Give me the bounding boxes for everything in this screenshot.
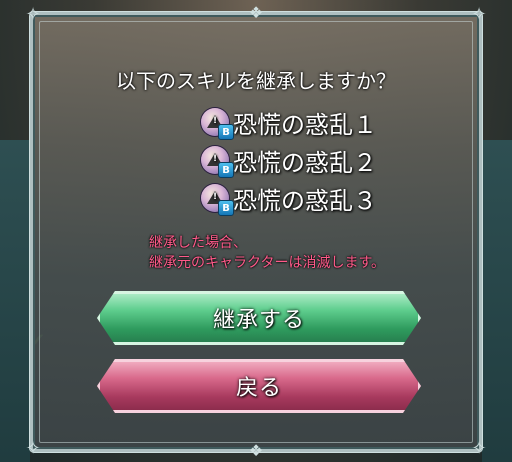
corner-ornament-icon: ✧ <box>471 4 487 25</box>
dialog-question: 以下のスキルを継承しますか？ <box>116 69 396 93</box>
corner-ornament-icon: ✧ <box>25 438 41 459</box>
inherit-confirm-label: 継承する <box>212 308 305 333</box>
panic-ploy-skill-icon: B <box>201 146 234 178</box>
back-label: 戻る <box>235 376 282 401</box>
skill-item: B 恐慌の惑乱２ <box>201 141 401 179</box>
inherit-skill-dialog: ✧ ✧ ✧ ✧ ❖ ❖ 以下のスキルを継承しますか？ B 恐慌の惑乱１ B 恐慌… <box>25 3 486 460</box>
skill-list: B 恐慌の惑乱１ B 恐慌の惑乱２ B 恐慌の惑乱３ <box>201 103 401 217</box>
skill-item: B 恐慌の惑乱３ <box>201 179 401 217</box>
panic-ploy-skill-icon: B <box>201 108 234 140</box>
panic-ploy-skill-icon: B <box>201 184 234 216</box>
bottom-ornament-icon: ❖ <box>248 441 264 460</box>
warning-line-1: 継承した場合、 <box>149 235 247 251</box>
slot-b-badge: B <box>218 162 234 178</box>
warning-line-2: 継承元のキャラクターは消滅します。 <box>149 255 386 271</box>
skill-name: 恐慌の惑乱３ <box>233 186 377 215</box>
corner-ornament-icon: ✧ <box>25 4 41 25</box>
background-left-panel <box>0 140 30 462</box>
inherit-confirm-button[interactable]: 継承する <box>97 291 421 345</box>
background-right-panel <box>482 140 512 462</box>
skill-item: B 恐慌の惑乱１ <box>201 103 401 141</box>
slot-b-badge: B <box>218 124 234 140</box>
skill-name: 恐慌の惑乱２ <box>233 148 377 177</box>
top-ornament-icon: ❖ <box>248 3 264 22</box>
slot-b-badge: B <box>218 200 234 216</box>
back-button[interactable]: 戻る <box>97 359 421 413</box>
corner-ornament-icon: ✧ <box>471 438 487 459</box>
inherit-warning: 継承した場合、 継承元のキャラクターは消滅します。 <box>149 233 385 273</box>
skill-name: 恐慌の惑乱１ <box>233 110 377 139</box>
